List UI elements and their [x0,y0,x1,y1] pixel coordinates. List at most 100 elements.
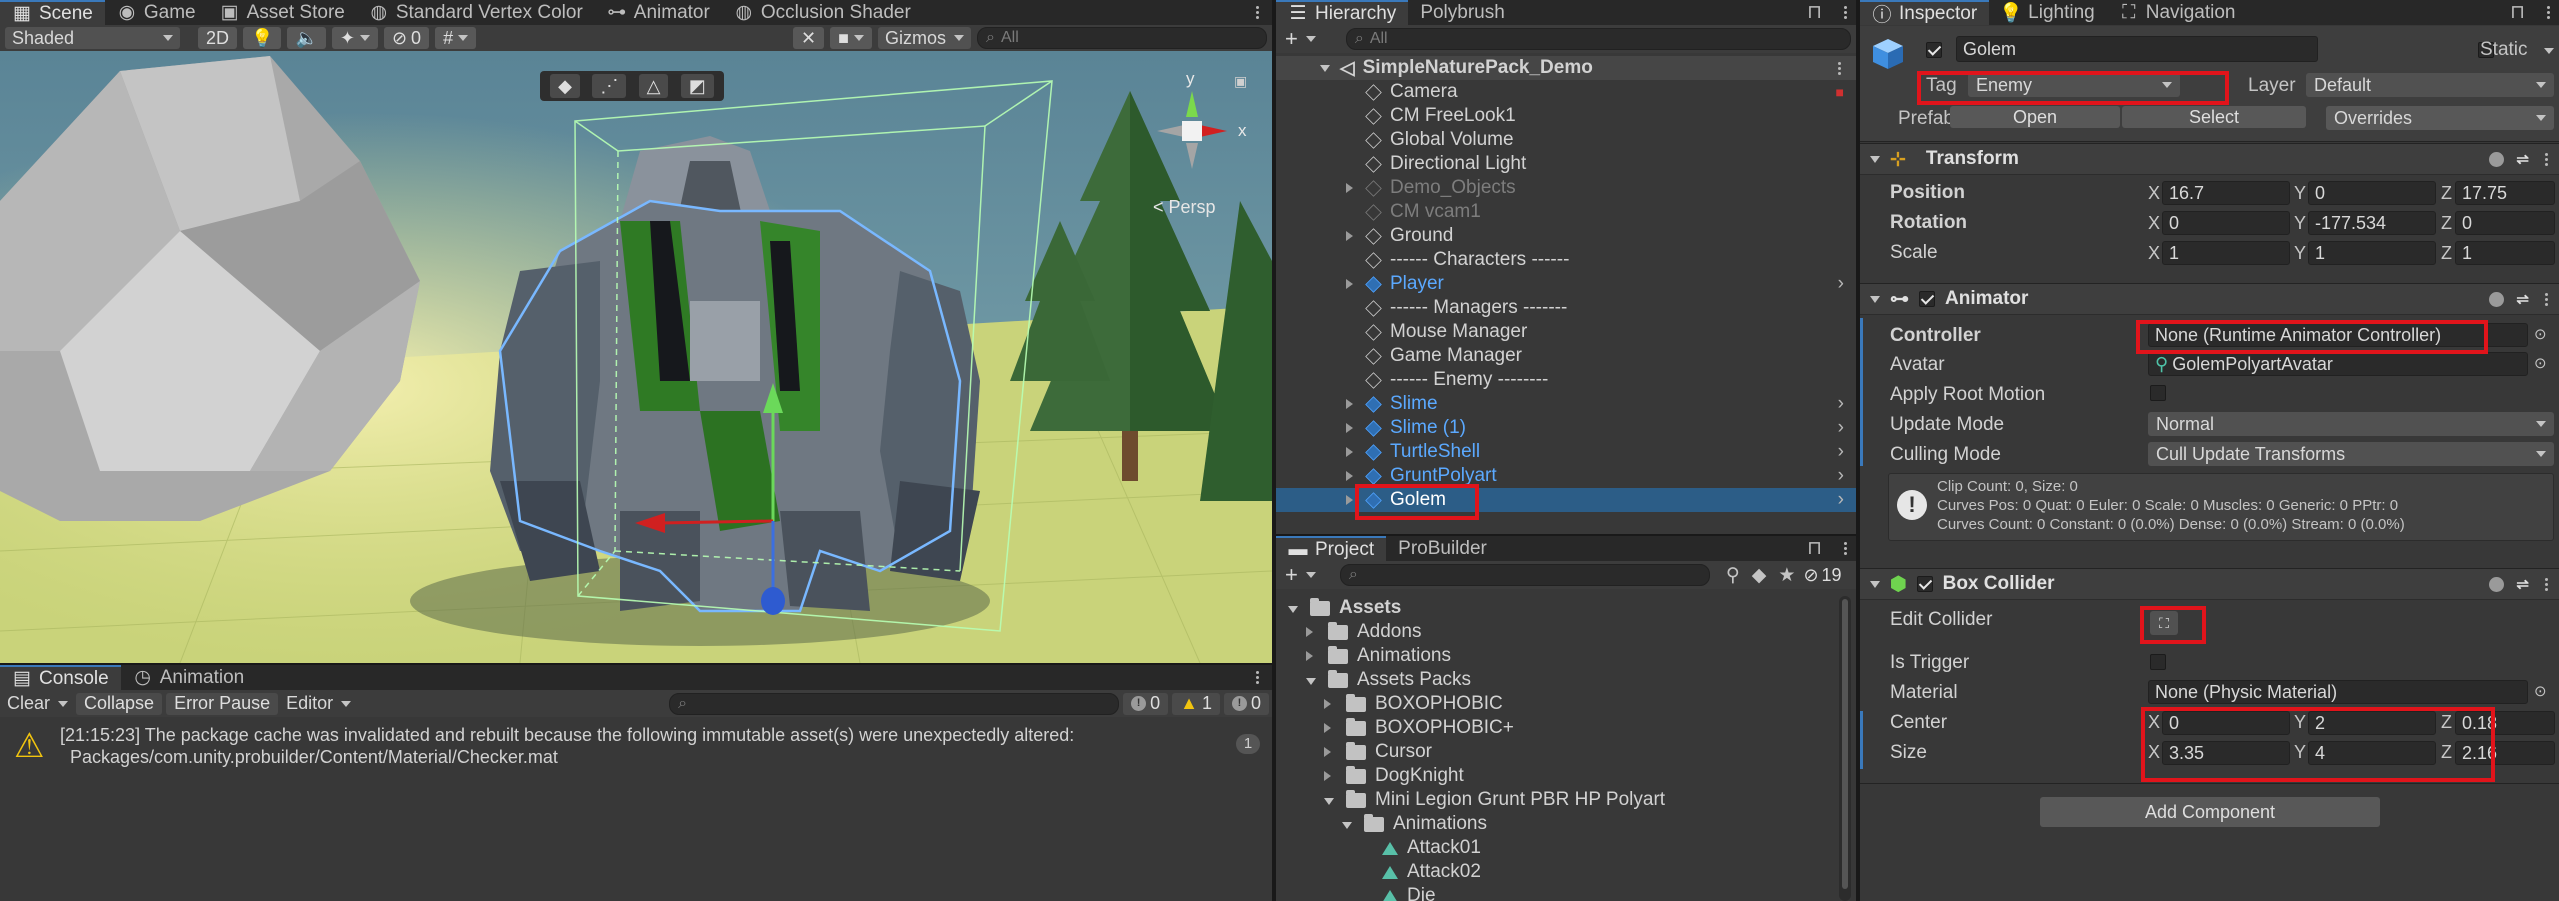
expand-arrow-icon[interactable] [1346,177,1366,199]
clear-button[interactable]: Clear [3,693,72,715]
collapse-arrow-icon[interactable] [1306,669,1324,691]
hierarchy-lock-button[interactable]: ⊓ [1795,0,1834,25]
expand-arrow-icon[interactable] [1324,765,1342,787]
project-search-input[interactable]: ⌕ [1339,564,1710,586]
scale-x-field[interactable]: 1 [2162,241,2290,265]
kebab-menu-icon[interactable] [2543,152,2549,166]
center-z-field[interactable]: 0.18 [2455,711,2555,735]
inspector-lock-button[interactable]: ⊓ [2498,0,2537,25]
expand-arrow-icon[interactable] [1324,693,1342,715]
hierarchy-item[interactable]: Slime › [1276,392,1856,416]
lighting-toggle[interactable]: 💡 [243,27,282,49]
hierarchy-item[interactable]: Game Manager [1276,344,1856,368]
avatar-field[interactable]: ⚲ GolemPolyartAvatar [2148,352,2528,376]
kebab-menu-icon[interactable] [2543,292,2549,306]
scene-search-input[interactable]: ⌕ All [977,27,1267,49]
project-item[interactable]: BOXOPHOBIC [1276,692,1836,716]
inspector-menu-button[interactable] [2537,0,2559,25]
audio-toggle[interactable]: 🔈 [287,27,326,49]
toggle-2d-button[interactable]: 2D [198,27,238,49]
preset-icon[interactable]: ⇌ [2516,575,2529,593]
console-message-row[interactable]: ⚠ [21:15:23] The package cache was inval… [0,723,1272,769]
hierarchy-item[interactable]: Ground [1276,224,1856,248]
rotation-y-field[interactable]: -177.534 [2308,211,2436,235]
console-search-input[interactable]: ⌕ [669,692,1120,715]
hierarchy-item[interactable]: ------ Managers ------- [1276,296,1856,320]
tab-asset-store[interactable]: ▣ Asset Store [208,0,357,25]
help-icon[interactable] [2489,291,2505,307]
project-item[interactable]: Animations [1276,812,1836,836]
effects-dropdown[interactable]: ✦ [331,27,378,49]
expand-arrow-icon[interactable] [1346,489,1366,511]
open-prefab-arrow-icon[interactable]: › [1838,393,1844,415]
animator-enabled-checkbox[interactable] [1919,291,1935,307]
static-dropdown-arrow[interactable] [2544,48,2554,54]
animator-header[interactable]: ⊶ Animator ⇌ [1860,283,2559,315]
hierarchy-item[interactable]: Camera ■ [1276,80,1856,104]
hierarchy-item[interactable]: ------ Characters ------ [1276,248,1856,272]
log-filter-toggle[interactable]: ! 0 [1123,692,1169,715]
hierarchy-item[interactable]: Player › [1276,272,1856,296]
hierarchy-item[interactable]: Golem › [1276,488,1856,512]
size-z-field[interactable]: 2.16 [2455,741,2555,765]
gizmos-dropdown[interactable]: Gizmos [877,27,971,49]
prefab-overrides-dropdown[interactable]: Overrides [2326,106,2554,130]
transform-header[interactable]: ⊹ Transform ⇌ [1860,143,2559,175]
apply-root-motion-checkbox[interactable] [2150,385,2166,401]
expand-arrow-icon[interactable] [1346,225,1366,247]
tab-occlusion-shader[interactable]: ◍ Occlusion Shader [722,0,923,25]
scene-root-row[interactable]: ◁ SimpleNaturePack_Demo [1276,56,1856,80]
hierarchy-menu-button[interactable] [1834,0,1856,25]
position-x-field[interactable]: 16.7 [2162,181,2290,205]
position-z-field[interactable]: 17.75 [2455,181,2555,205]
project-item[interactable]: Animations [1276,644,1836,668]
editor-dropdown[interactable]: Editor [282,693,355,715]
project-scrollbar[interactable] [1839,596,1851,901]
scene-viewport[interactable]: ◆ ⋰ △ ◩ y x ▣ < Persp [0,51,1272,663]
hidden-packages-toggle[interactable]: ⊘ 19 [1801,564,1843,586]
vertex-tool-icon[interactable]: ⋰ [592,74,627,98]
object-picker-icon[interactable]: ⊙ [2534,325,2547,343]
tab-probuilder[interactable]: ProBuilder [1386,536,1499,561]
project-item[interactable]: Mini Legion Grunt PBR HP Polyart [1276,788,1836,812]
prefab-select-button[interactable]: Select [2122,106,2306,128]
tab-lighting[interactable]: 💡 Lighting [1989,0,2107,25]
cube-tool-icon[interactable]: ◆ [550,74,580,98]
scene-menu-button[interactable] [1242,0,1272,25]
size-y-field[interactable]: 4 [2308,741,2436,765]
scale-z-field[interactable]: 1 [2455,241,2555,265]
search-by-label-icon[interactable]: ◆ [1752,564,1767,587]
object-picker-icon[interactable]: ⊙ [2534,682,2547,700]
tab-console[interactable]: ▤ Console [0,665,121,690]
project-item[interactable]: BOXOPHOBIC+ [1276,716,1836,740]
rotation-x-field[interactable]: 0 [2162,211,2290,235]
tab-animation[interactable]: ◷ Animation [121,665,257,690]
expand-arrow-icon[interactable] [1346,441,1366,463]
tag-dropdown[interactable]: Enemy [1968,73,2180,97]
add-component-button[interactable]: Add Component [2040,797,2380,827]
hierarchy-item[interactable]: Directional Light [1276,152,1856,176]
material-field[interactable]: None (Physic Material) [2148,680,2528,704]
warning-filter-toggle[interactable]: ▲ 1 [1172,692,1220,715]
project-lock-button[interactable]: ⊓ [1795,536,1834,561]
expand-arrow-icon[interactable] [1324,717,1342,739]
center-x-field[interactable]: 0 [2162,711,2290,735]
open-prefab-arrow-icon[interactable]: › [1838,441,1844,463]
kebab-menu-icon[interactable] [1836,61,1842,75]
hierarchy-item[interactable]: GruntPolyart › [1276,464,1856,488]
expand-arrow-icon[interactable] [1346,417,1366,439]
expand-arrow-icon[interactable] [1324,741,1342,763]
project-item[interactable]: Assets [1276,596,1836,620]
tab-hierarchy[interactable]: ☰ Hierarchy [1276,0,1409,25]
prefab-open-button[interactable]: Open [1950,106,2120,128]
error-filter-toggle[interactable]: ! 0 [1223,692,1269,715]
box-collider-enabled-checkbox[interactable] [1916,576,1933,592]
lock-icon[interactable]: ▣ [1234,73,1247,90]
layer-dropdown[interactable]: Default [2306,73,2554,97]
tab-standard-vertex-color[interactable]: ◍ Standard Vertex Color [357,0,595,25]
tools-button[interactable]: ✕ [793,27,825,49]
star-icon[interactable]: ★ [1778,564,1795,587]
open-prefab-arrow-icon[interactable]: › [1838,417,1844,439]
hierarchy-item[interactable]: Global Volume [1276,128,1856,152]
edge-tool-icon[interactable]: △ [638,74,669,98]
